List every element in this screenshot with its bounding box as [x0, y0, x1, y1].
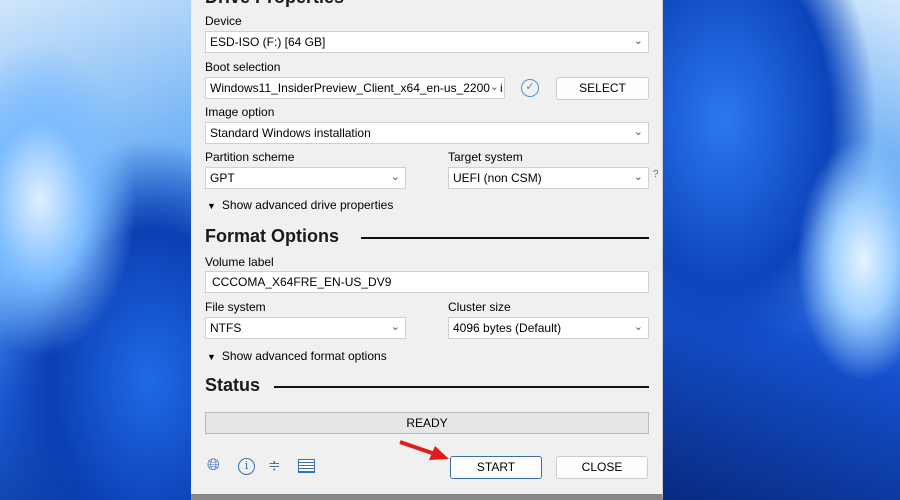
advanced-format-label: Show advanced format options [221, 349, 387, 363]
boot-selection-dropdown[interactable]: Windows11_InsiderPreview_Client_x64_en-u… [205, 77, 505, 99]
log-icon[interactable] [298, 459, 315, 473]
section-divider [361, 237, 649, 239]
device-label: Device [205, 14, 242, 28]
boot-selection-label: Boot selection [205, 60, 281, 74]
cluster-size-dropdown[interactable]: 4096 bytes (Default) ⌄ [448, 317, 649, 339]
target-system-dropdown[interactable]: UEFI (non CSM) ⌄ [448, 167, 649, 189]
cluster-size-value: 4096 bytes (Default) [453, 321, 562, 335]
chevron-down-icon: ⌄ [633, 35, 643, 47]
advanced-drive-label: Show advanced drive properties [221, 198, 394, 212]
target-system-label: Target system [448, 150, 523, 164]
desktop-wallpaper-left [0, 0, 191, 500]
rufus-dialog: Drive Properties Device ESD-ISO (F:) [64… [191, 0, 663, 500]
device-dropdown[interactable]: ESD-ISO (F:) [64 GB] ⌄ [205, 31, 649, 53]
file-system-dropdown[interactable]: NTFS ⌄ [205, 317, 406, 339]
show-advanced-drive-properties[interactable]: ▼ Show advanced drive properties [207, 198, 393, 212]
show-advanced-format-options[interactable]: ▼ Show advanced format options [207, 349, 387, 363]
language-globe-icon[interactable]: 🌐︎ [207, 457, 220, 475]
chevron-down-icon: ⌄ [633, 321, 643, 333]
partition-scheme-value: GPT [210, 171, 235, 185]
about-info-icon[interactable]: i [238, 458, 255, 475]
chevron-down-icon: ⌄ [390, 171, 400, 183]
file-system-label: File system [205, 300, 266, 314]
status-progress-bar: READY [205, 412, 649, 434]
image-option-dropdown[interactable]: Standard Windows installation ⌄ [205, 122, 649, 144]
chevron-down-icon: ⌄ [633, 126, 643, 138]
format-options-heading: Format Options [205, 226, 339, 246]
status-heading: Status [205, 375, 261, 395]
image-option-value: Standard Windows installation [210, 126, 371, 140]
settings-sliders-icon[interactable]: ≑ [268, 456, 281, 474]
close-button[interactable]: CLOSE [556, 456, 648, 479]
target-system-value: UEFI (non CSM) [453, 171, 542, 185]
drive-properties-heading: Drive Properties [205, 0, 344, 8]
chevron-down-icon: ⌄ [390, 321, 400, 333]
cluster-size-label: Cluster size [448, 300, 511, 314]
file-system-value: NTFS [210, 321, 242, 335]
red-arrow-annotation [399, 440, 449, 460]
target-system-help[interactable]: ? [653, 169, 659, 180]
check-icon[interactable]: ✓ [521, 79, 539, 97]
device-value: ESD-ISO (F:) [64 GB] [210, 35, 326, 49]
expand-chevron-icon: ▼ [207, 201, 216, 211]
partition-scheme-dropdown[interactable]: GPT ⌄ [205, 167, 406, 189]
expand-chevron-icon: ▼ [207, 352, 216, 362]
volume-label-label: Volume label [205, 255, 274, 269]
volume-label-input[interactable]: CCCOMA_X64FRE_EN-US_DV9 [205, 271, 649, 293]
chevron-down-icon: ⌄ [489, 80, 499, 93]
partition-scheme-label: Partition scheme [205, 150, 295, 164]
section-divider [274, 386, 649, 388]
image-option-label: Image option [205, 105, 275, 119]
start-button[interactable]: START [450, 456, 542, 479]
desktop-wallpaper-right [663, 0, 900, 500]
select-button[interactable]: SELECT [556, 77, 649, 100]
boot-selection-value: Windows11_InsiderPreview_Client_x64_en-u… [210, 81, 503, 95]
chevron-down-icon: ⌄ [633, 171, 643, 183]
